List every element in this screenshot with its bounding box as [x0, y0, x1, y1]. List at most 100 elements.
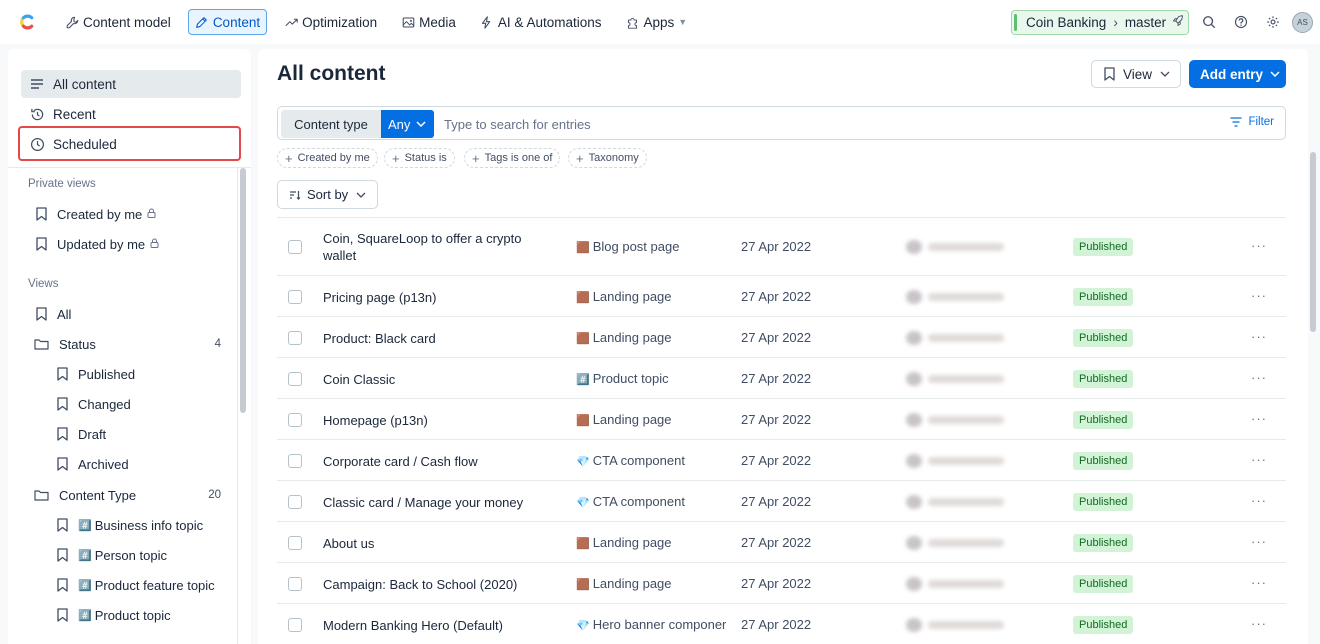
sidebar-view-archived[interactable]: Archived [56, 452, 129, 476]
sidebar-view-product-topic[interactable]: #️⃣ Product topic [56, 603, 171, 627]
status-badge: Published [1073, 574, 1134, 593]
sidebar-item-label: Business info topic [94, 517, 204, 533]
more-options-icon[interactable]: ··· [1251, 288, 1267, 303]
sidebar-folder-status[interactable]: Status [33, 332, 96, 356]
more-options-icon[interactable]: ··· [1251, 534, 1267, 549]
entry-title[interactable]: Modern Banking Hero (Default) [323, 617, 553, 634]
chip-tags-is-one-of[interactable]: + Tags is one of [464, 148, 561, 168]
entry-author-blurred [906, 371, 1011, 386]
more-options-icon[interactable]: ··· [1251, 370, 1267, 385]
content-type-select[interactable]: Any [381, 110, 434, 138]
chip-taxonomy[interactable]: + Taxonomy [568, 148, 647, 168]
chip-status-is[interactable]: + Status is [384, 148, 455, 168]
sidebar-view-published[interactable]: Published [56, 362, 135, 386]
contentful-logo[interactable] [16, 11, 38, 33]
entry-title[interactable]: Coin, SquareLoop to offer a crypto walle… [323, 230, 553, 264]
entry-title[interactable]: Corporate card / Cash flow [323, 453, 553, 470]
sidebar-item-updated-by-me[interactable]: Updated by me [35, 232, 159, 256]
sidebar-view-business-info-topic[interactable]: #️⃣ Business info topic [56, 513, 203, 537]
main-scrollbar[interactable] [1310, 152, 1316, 332]
content-type-label: CTA component [592, 452, 685, 468]
sidebar-scrollbar[interactable] [240, 168, 246, 413]
sidebar-view-person-topic[interactable]: #️⃣ Person topic [56, 543, 167, 567]
row-checkbox[interactable] [288, 494, 302, 509]
add-entry-button[interactable]: Add entry [1189, 60, 1286, 88]
entry-author-blurred [906, 240, 1011, 254]
filter-icon [1230, 117, 1242, 127]
view-button-label: View [1123, 66, 1153, 82]
entry-title[interactable]: Product: Black card [323, 330, 553, 347]
row-checkbox[interactable] [288, 535, 302, 550]
view-button[interactable]: View [1091, 60, 1181, 88]
more-options-icon[interactable]: ··· [1251, 238, 1267, 253]
table-row[interactable]: Corporate card / Cash flow 💎 CTA component… [277, 439, 1286, 480]
row-checkbox[interactable] [288, 330, 302, 345]
more-options-icon[interactable]: ··· [1251, 411, 1267, 426]
row-checkbox[interactable] [288, 240, 302, 254]
row-checkbox[interactable] [288, 371, 302, 386]
table-row[interactable]: Product: Black card 🟫 Landing page 27 Apr 2… [277, 316, 1286, 357]
gear-icon[interactable] [1265, 14, 1281, 30]
user-avatar[interactable]: AS [1292, 12, 1313, 33]
entry-title[interactable]: Coin Classic [323, 371, 553, 388]
sidebar-item-recent[interactable]: Recent [21, 100, 241, 128]
sidebar-item-created-by-me[interactable]: Created by me [35, 202, 156, 226]
table-row[interactable]: About us 🟫 Landing page 27 Apr 2022 Publishe… [277, 521, 1286, 562]
more-options-icon[interactable]: ··· [1251, 452, 1267, 467]
folder-icon [33, 337, 49, 351]
search-icon[interactable] [1201, 14, 1217, 30]
entry-updated-date: 27 Apr 2022 [741, 534, 812, 550]
entry-author-blurred [906, 453, 1011, 468]
sidebar-view-all[interactable]: All [35, 302, 71, 326]
help-icon[interactable] [1233, 14, 1249, 30]
sidebar-folder-content-type[interactable]: Content Type [33, 483, 136, 507]
search-input[interactable] [444, 111, 1144, 137]
more-options-icon[interactable]: ··· [1251, 616, 1267, 631]
entry-author-blurred [906, 576, 1011, 591]
entry-title[interactable]: About us [323, 535, 553, 552]
sidebar-item-label: Archived [78, 456, 129, 472]
entry-title[interactable]: Homepage (p13n) [323, 412, 553, 429]
nav-content[interactable]: Content [187, 9, 268, 35]
main-content: All content View Add entry Content type … [258, 49, 1308, 644]
entry-title[interactable]: Campaign: Back to School (2020) [323, 576, 553, 593]
nav-content-model[interactable]: Content model [58, 9, 178, 35]
content-type-icon: 🟫 [576, 332, 590, 345]
hash-emoji-icon: #️⃣ [78, 579, 92, 592]
row-checkbox[interactable] [288, 617, 302, 632]
row-checkbox[interactable] [288, 576, 302, 591]
filter-button[interactable]: Filter [1230, 116, 1274, 128]
table-row[interactable]: Classic card / Manage your money 💎 CTA com… [277, 480, 1286, 521]
table-row[interactable]: Campaign: Back to School (2020) 🟫 Landing … [277, 562, 1286, 603]
entry-title[interactable]: Pricing page (p13n) [323, 289, 553, 306]
more-options-icon[interactable]: ··· [1251, 575, 1267, 590]
environment-switcher[interactable]: Coin Banking › master [1011, 10, 1189, 35]
table-row[interactable]: Modern Banking Hero (Default) 💎 Hero banne… [277, 603, 1286, 644]
chip-created-by-me[interactable]: + Created by me [277, 148, 378, 168]
entry-updated-date: 27 Apr 2022 [741, 493, 812, 509]
status-count: 4 [214, 338, 221, 350]
sidebar-view-product-feature-topic[interactable]: #️⃣ Product feature topic [56, 573, 215, 597]
private-views-heading: Private views [28, 178, 96, 190]
entry-title[interactable]: Classic card / Manage your money [323, 494, 553, 511]
row-checkbox[interactable] [288, 453, 302, 468]
row-checkbox[interactable] [288, 412, 302, 427]
image-icon [401, 15, 415, 29]
table-row[interactable]: Coin, SquareLoop to offer a crypto walle… [277, 217, 1286, 275]
nav-apps[interactable]: Apps ▼ [618, 9, 694, 35]
nav-media[interactable]: Media [394, 9, 463, 35]
row-checkbox[interactable] [288, 289, 302, 304]
sidebar-item-scheduled[interactable]: Scheduled [21, 130, 241, 158]
sidebar-view-changed[interactable]: Changed [56, 392, 131, 416]
content-type-label: Blog post page [592, 239, 680, 254]
sidebar-view-draft[interactable]: Draft [56, 422, 106, 446]
sidebar-item-all-content[interactable]: All content [21, 70, 241, 98]
table-row[interactable]: Pricing page (p13n) 🟫 Landing page 27 Apr 2… [277, 275, 1286, 316]
sort-by-button[interactable]: Sort by [277, 180, 378, 209]
more-options-icon[interactable]: ··· [1251, 493, 1267, 508]
nav-optimization[interactable]: Optimization [277, 9, 384, 35]
nav-ai-automations[interactable]: AI & Automations [473, 9, 609, 35]
table-row[interactable]: Homepage (p13n) 🟫 Landing page 27 Apr 2022 P… [277, 398, 1286, 439]
table-row[interactable]: Coin Classic #️⃣ Product topic 27 Apr 2022 P… [277, 357, 1286, 398]
more-options-icon[interactable]: ··· [1251, 329, 1267, 344]
